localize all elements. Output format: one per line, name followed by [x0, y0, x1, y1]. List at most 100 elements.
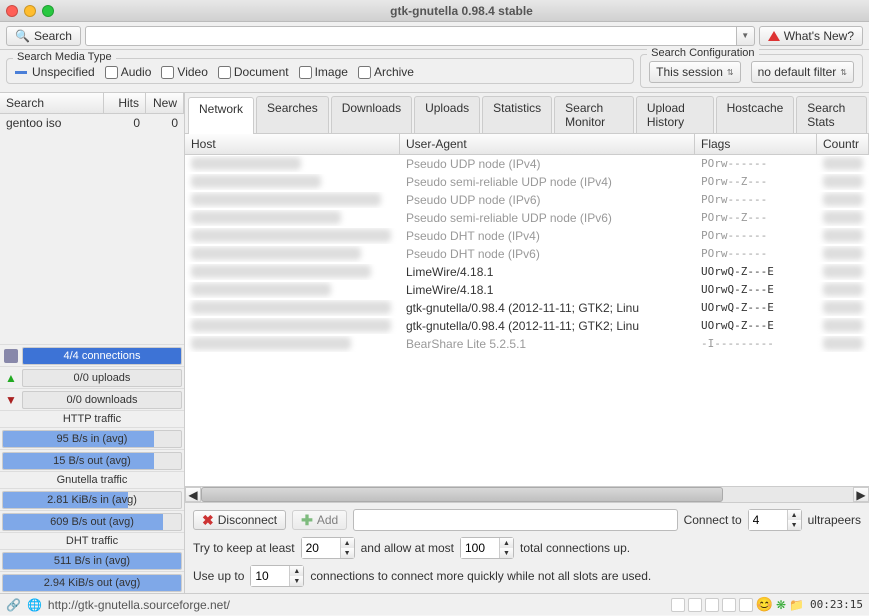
filter-combo[interactable]: no default filter⇅ — [751, 61, 854, 83]
max-conn-spinner[interactable]: ▲▼ — [460, 537, 514, 559]
tab-searches[interactable]: Searches — [256, 96, 329, 133]
chevron-down-icon: ▼ — [741, 31, 749, 40]
status-icons: 😊 ❋ 📁 — [671, 596, 804, 613]
http-out-bar[interactable]: 15 B/s out (avg) — [2, 452, 182, 470]
spin-down-icon[interactable]: ▼ — [788, 520, 801, 530]
dht-in-bar[interactable]: 511 B/s in (avg) — [2, 552, 182, 570]
search-row[interactable]: gentoo iso 0 0 — [0, 114, 184, 132]
left-spacer — [0, 132, 184, 344]
gnutella-out-bar[interactable]: 609 B/s out (avg) — [2, 513, 182, 531]
tab-hostcache[interactable]: Hostcache — [716, 96, 795, 133]
col-search[interactable]: Search — [0, 93, 104, 113]
network-row[interactable]: xxxxPseudo semi-reliable UDP node (IPv4)… — [185, 173, 869, 191]
network-row[interactable]: xxxxPseudo DHT node (IPv4)POrw------xx — [185, 227, 869, 245]
gnutella-in-bar[interactable]: 2.81 KiB/s in (avg) — [2, 491, 182, 509]
network-row[interactable]: xxxxPseudo DHT node (IPv6)POrw------xx — [185, 245, 869, 263]
scroll-track[interactable] — [201, 487, 853, 502]
scroll-thumb[interactable] — [201, 487, 723, 502]
link-icon: 🔗 — [6, 598, 21, 612]
dht-traffic-title: DHT traffic — [0, 532, 184, 549]
whats-new-label: What's New? — [784, 29, 854, 43]
archive-checkbox[interactable]: Archive — [358, 65, 414, 79]
status-icon[interactable] — [722, 598, 736, 612]
globe-icon: 🌐 — [27, 598, 42, 612]
document-checkbox[interactable]: Document — [218, 65, 289, 79]
network-row[interactable]: xxxxPseudo UDP node (IPv4)POrw------xx — [185, 155, 869, 173]
col-user-agent[interactable]: User-Agent — [400, 134, 695, 154]
use-up-to-label: Use up to — [193, 569, 244, 583]
network-row[interactable]: xxxxLimeWire/4.18.1UOrwQ-Z---Exx — [185, 281, 869, 299]
right-panel: Network Searches Downloads Uploads Stati… — [185, 93, 869, 593]
network-row[interactable]: xxxxLimeWire/4.18.1UOrwQ-Z---Exx — [185, 263, 869, 281]
tab-upload-history[interactable]: Upload History — [636, 96, 714, 133]
image-checkbox[interactable]: Image — [299, 65, 348, 79]
tab-downloads[interactable]: Downloads — [331, 96, 412, 133]
network-table-body[interactable]: xxxxPseudo UDP node (IPv4)POrw------xxxx… — [185, 155, 869, 486]
search-dropdown[interactable]: ▼ — [737, 26, 755, 46]
search-config-title: Search Configuration — [647, 47, 758, 59]
scroll-left-button[interactable]: ◀ — [185, 487, 201, 502]
allow-most-label: and allow at most — [361, 541, 454, 555]
connections-bar[interactable]: 4/4 connections — [22, 347, 182, 365]
use-tail-label: connections to connect more quickly whil… — [310, 569, 651, 583]
search-box: ▼ — [85, 26, 755, 46]
col-host[interactable]: Host — [185, 134, 400, 154]
status-icon[interactable] — [739, 598, 753, 612]
whats-new-button[interactable]: What's New? — [759, 26, 863, 46]
network-row[interactable]: xxxxPseudo UDP node (IPv6)POrw------xx — [185, 191, 869, 209]
col-country[interactable]: Countr — [817, 134, 869, 154]
zoom-window-button[interactable] — [42, 5, 54, 17]
folder-icon[interactable]: 📁 — [789, 598, 804, 612]
col-new[interactable]: New — [146, 93, 184, 113]
uploads-stat: ▲ 0/0 uploads — [0, 366, 184, 388]
quick-conn-spinner[interactable]: ▲▼ — [250, 565, 304, 587]
media-type-group: Search Media Type Unspecified Audio Vide… — [6, 58, 634, 84]
audio-checkbox[interactable]: Audio — [105, 65, 152, 79]
connect-count-spinner[interactable]: ▲▼ — [748, 509, 802, 531]
minimize-window-button[interactable] — [24, 5, 36, 17]
tab-statistics[interactable]: Statistics — [482, 96, 552, 133]
flags-cell: UOrwQ-Z---E — [695, 300, 817, 316]
http-in-bar[interactable]: 95 B/s in (avg) — [2, 430, 182, 448]
network-row[interactable]: xxxxgtk-gnutella/0.98.4 (2012-11-11; GTK… — [185, 299, 869, 317]
network-row[interactable]: xxxxPseudo semi-reliable UDP node (IPv6)… — [185, 209, 869, 227]
tab-search-monitor[interactable]: Search Monitor — [554, 96, 634, 133]
close-window-button[interactable] — [6, 5, 18, 17]
downloads-bar[interactable]: 0/0 downloads — [22, 391, 182, 409]
search-input[interactable] — [85, 26, 737, 46]
h-scrollbar[interactable]: ◀ ▶ — [185, 486, 869, 502]
add-host-input[interactable] — [353, 509, 677, 531]
ua-cell: LimeWire/4.18.1 — [400, 264, 695, 280]
gnutella-traffic-title: Gnutella traffic — [0, 471, 184, 488]
spin-up-icon[interactable]: ▲ — [788, 510, 801, 520]
video-checkbox[interactable]: Video — [161, 65, 207, 79]
status-url: http://gtk-gnutella.sourceforge.net/ — [48, 598, 230, 612]
search-button[interactable]: 🔍 Search — [6, 26, 81, 46]
unspecified-checkbox[interactable]: Unspecified — [15, 65, 95, 79]
network-row[interactable]: xxxxgtk-gnutella/0.98.4 (2012-11-11; GTK… — [185, 317, 869, 335]
x-icon: ✖ — [202, 512, 214, 529]
flags-cell: POrw--Z--- — [695, 174, 817, 190]
tab-network[interactable]: Network — [188, 97, 254, 134]
uploads-bar[interactable]: 0/0 uploads — [22, 369, 182, 387]
session-combo[interactable]: This session⇅ — [649, 61, 740, 83]
status-icon[interactable] — [688, 598, 702, 612]
tab-uploads[interactable]: Uploads — [414, 96, 480, 133]
status-icon[interactable] — [671, 598, 685, 612]
ua-cell: Pseudo DHT node (IPv4) — [400, 228, 695, 244]
connection-controls: ✖Disconnect ✚Add Connect to ▲▼ ultrapeer… — [185, 502, 869, 593]
col-hits[interactable]: Hits — [104, 93, 146, 113]
dht-out-bar[interactable]: 2.94 KiB/s out (avg) — [2, 574, 182, 592]
upload-icon: ▲ — [0, 371, 22, 385]
min-conn-spinner[interactable]: ▲▼ — [301, 537, 355, 559]
network-row[interactable]: xxxxBearShare Lite 5.2.5.1-I---------xx — [185, 335, 869, 353]
add-button[interactable]: ✚Add — [292, 510, 347, 530]
tab-search-stats[interactable]: Search Stats — [796, 96, 867, 133]
flags-cell: UOrwQ-Z---E — [695, 282, 817, 298]
col-flags[interactable]: Flags — [695, 134, 817, 154]
status-icon[interactable] — [705, 598, 719, 612]
search-toolbar: 🔍 Search ▼ What's New? — [0, 22, 869, 50]
disconnect-button[interactable]: ✖Disconnect — [193, 510, 286, 530]
flags-cell: POrw------ — [695, 192, 817, 208]
scroll-right-button[interactable]: ▶ — [853, 487, 869, 502]
